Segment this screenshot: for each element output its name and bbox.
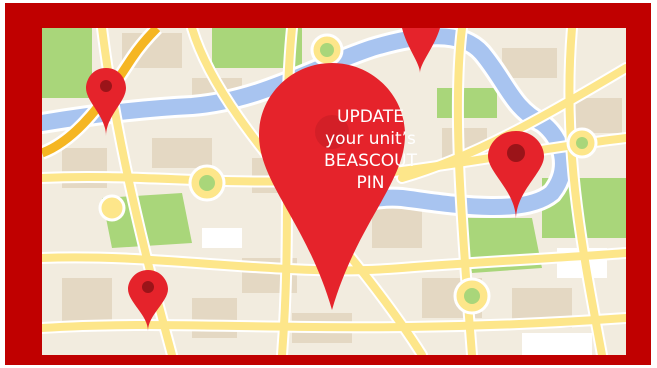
roundabout (98, 194, 126, 222)
park-area (437, 88, 497, 118)
park-area (42, 28, 92, 98)
red-frame: UPDATE your unit’s BEASCOUT PIN (5, 3, 651, 365)
map-illustration: UPDATE your unit’s BEASCOUT PIN (42, 28, 626, 355)
map-drawing (42, 28, 626, 355)
location-dot (315, 115, 349, 149)
map-pin-icon (402, 28, 440, 73)
